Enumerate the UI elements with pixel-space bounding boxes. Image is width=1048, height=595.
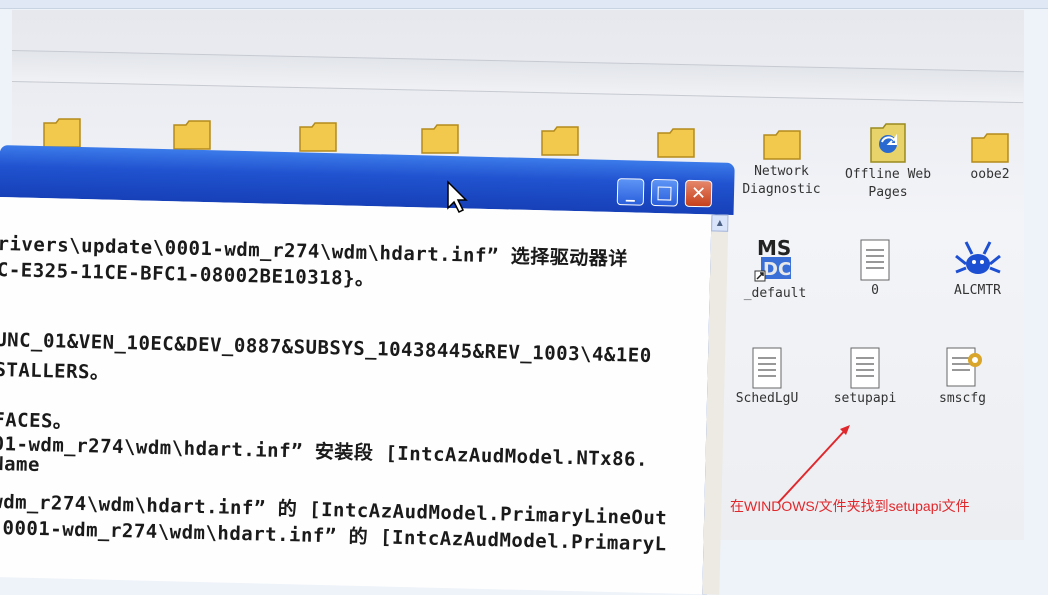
minimize-icon: _ xyxy=(625,181,636,203)
icon-label: ALCMTR xyxy=(954,283,1001,298)
ms-shortcut-icon: MS DC xyxy=(754,236,791,282)
close-icon: ✕ xyxy=(690,182,707,205)
folder-icon[interactable] xyxy=(298,119,338,153)
maximize-button[interactable]: □ xyxy=(650,178,679,207)
text-file-icon xyxy=(860,239,890,281)
maximize-icon: □ xyxy=(655,182,674,204)
desktop-icon-network-diagnostic[interactable]: Network Diagnostic xyxy=(734,125,829,199)
minimize-button[interactable]: _ xyxy=(616,178,645,206)
icon-label: oobe2 xyxy=(970,167,1010,182)
text-file-icon xyxy=(850,347,880,389)
scroll-up-arrow-icon[interactable]: ▲ xyxy=(711,214,729,232)
desktop-icon-default[interactable]: MS DC _default xyxy=(740,233,810,303)
command-window[interactable]: _ □ ✕ rivers\update\0001-wdm_r274\wdm\hd… xyxy=(0,145,740,595)
folder-icon[interactable] xyxy=(172,117,212,151)
desktop-icon-0[interactable]: 0 xyxy=(850,238,900,300)
icon-label: Offline Web Pages xyxy=(844,167,932,200)
folder-icon xyxy=(971,133,1009,163)
folder-icon[interactable] xyxy=(540,123,580,157)
folder-icon[interactable] xyxy=(42,115,82,149)
desktop-icon-oobe2[interactable]: oobe2 xyxy=(955,128,1025,184)
icon-label: _default xyxy=(743,286,807,301)
desktop-icon-setupapi[interactable]: setupapi xyxy=(830,346,900,408)
desktop-icon-alcmtr[interactable]: ALCMTR xyxy=(945,238,1010,300)
config-file-icon xyxy=(946,347,982,387)
icon-label: setupapi xyxy=(833,391,897,406)
icon-label: Network Diagnostic xyxy=(742,164,821,197)
annotation-text: 在WINDOWS/文件夹找到setupapi文件 xyxy=(730,498,970,514)
mouse-cursor-icon xyxy=(447,180,468,214)
console-line: 01-wdm_r274\wdm\hdart.inf” 安装段 [IntcAzAu… xyxy=(0,432,649,471)
desktop-icon-smscfg[interactable]: smscfg xyxy=(930,344,995,408)
page-top-bar xyxy=(0,0,1048,9)
close-button[interactable]: ✕ xyxy=(684,179,713,208)
desktop-icon-offline-web-pages[interactable]: Offline Web Pages xyxy=(838,122,938,202)
folder-icon[interactable] xyxy=(656,125,696,159)
folder-icon[interactable] xyxy=(420,121,460,155)
console-line: Name xyxy=(0,452,41,477)
console-output: rivers\update\0001-wdm_r274\wdm\hdart.in… xyxy=(0,196,717,595)
svg-text:MS: MS xyxy=(757,236,791,260)
console-line: STALLERS。 xyxy=(0,358,110,384)
icon-label: 0 xyxy=(871,283,879,298)
icon-label: smscfg xyxy=(939,391,986,406)
explorer-toolbar xyxy=(12,50,1024,104)
text-file-icon xyxy=(752,347,782,389)
realtek-crab-icon xyxy=(954,241,1001,274)
folder-icon xyxy=(762,130,801,160)
svg-text:DC: DC xyxy=(763,259,791,280)
web-folder-icon xyxy=(870,123,906,163)
desktop-icon-schedlgu[interactable]: SchedLgU xyxy=(728,346,806,408)
icon-label: SchedLgU xyxy=(735,391,799,406)
